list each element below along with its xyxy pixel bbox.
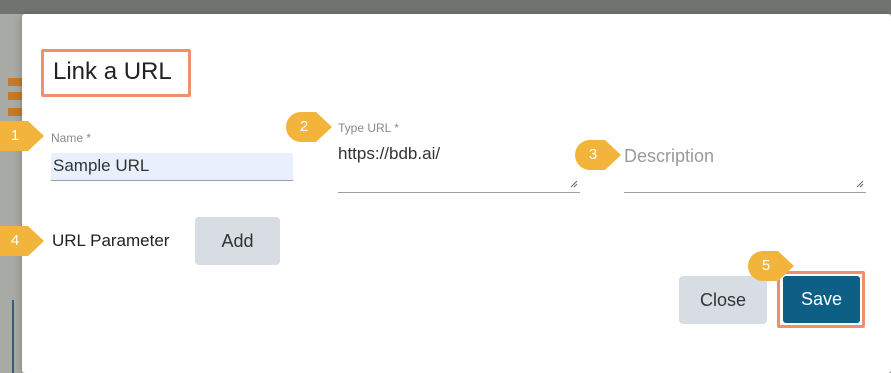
step-badge-4: 4 [0,226,44,256]
step-badge-1: 1 [0,121,44,151]
step-number: 2 [299,118,309,135]
background-bar [8,92,22,100]
resize-grip-icon[interactable] [570,180,578,188]
background-bar [8,78,22,86]
description-underline [624,192,866,193]
url-parameter-label: URL Parameter [52,231,170,250]
description-textarea[interactable] [624,140,866,193]
background-bar [8,108,22,116]
step-number: 4 [10,232,20,249]
add-button[interactable]: Add [195,217,280,265]
resize-grip-icon[interactable] [856,180,864,188]
type-url-textarea[interactable] [338,140,580,193]
name-value: Sample URL [53,156,150,175]
background-strip [0,0,891,14]
name-label: Name * [51,131,92,145]
background-line [12,300,14,373]
step-number: 5 [761,257,771,274]
close-button[interactable]: Close [679,276,767,324]
dialog-title: Link a URL [53,58,172,85]
step-number: 1 [10,127,20,144]
step-badge-3: 3 [575,140,621,170]
step-badge-5: 5 [748,251,794,281]
type-url-label: Type URL * [338,121,399,135]
step-number: 3 [588,146,598,163]
save-button[interactable]: Save [783,276,860,323]
type-url-underline [338,192,580,193]
step-badge-2: 2 [286,112,332,142]
